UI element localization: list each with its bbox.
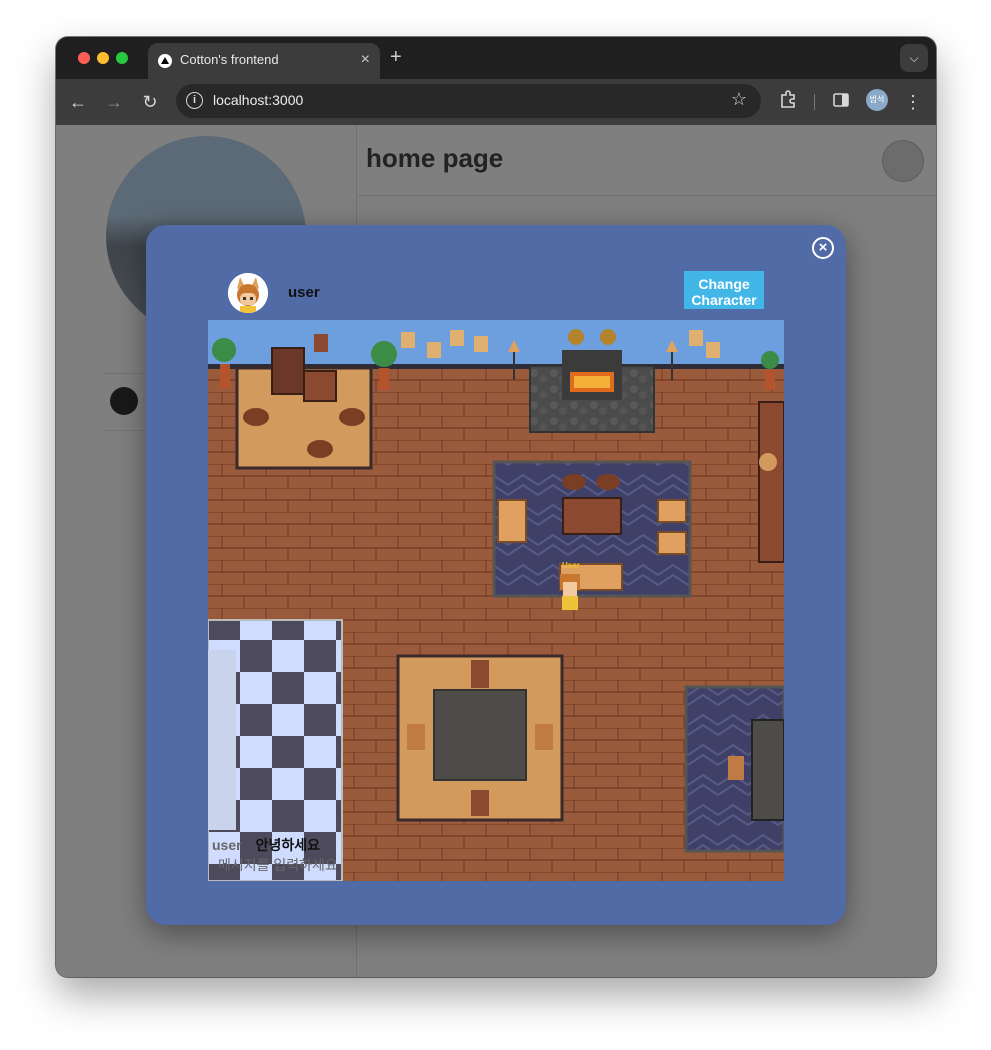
tab-search-chevron-icon[interactable]: ⌵ bbox=[900, 44, 928, 72]
new-tab-button[interactable]: + bbox=[390, 45, 402, 69]
close-icon[interactable]: × bbox=[812, 237, 834, 259]
bookmark-star-icon[interactable]: ☆ bbox=[731, 89, 747, 110]
chat-message: user 안녕하세요 bbox=[212, 835, 320, 855]
toolbar-divider bbox=[814, 94, 815, 110]
close-window-button[interactable] bbox=[78, 52, 90, 64]
user-avatar bbox=[228, 273, 268, 313]
chat-nickname: user bbox=[212, 837, 242, 853]
game-canvas[interactable]: User user 안녕하세요 bbox=[208, 320, 784, 881]
tab-bar: Cotton's frontend × + ⌵ bbox=[56, 37, 936, 79]
chat-input[interactable] bbox=[218, 855, 398, 875]
game-map bbox=[208, 320, 784, 881]
player-label: User bbox=[562, 561, 580, 570]
profile-avatar[interactable]: 범석 bbox=[866, 89, 888, 111]
game-modal: × user Change Character User user 안녕하세요 … bbox=[146, 225, 846, 925]
page-viewport: home page × user Change Character bbox=[56, 125, 936, 977]
forward-arrow-icon[interactable]: → bbox=[102, 90, 126, 114]
browser-toolbar: ← → ↻ i localhost:3000 ☆ 범석 ⋮ bbox=[56, 79, 936, 125]
user-name: user bbox=[288, 284, 320, 301]
tab-title: Cotton's frontend bbox=[180, 52, 279, 67]
browser-window: Cotton's frontend × + ⌵ ← → ↻ i localhos… bbox=[56, 37, 936, 977]
side-panel-icon[interactable] bbox=[829, 90, 853, 114]
vercel-logo-icon bbox=[158, 54, 172, 68]
more-menu-icon[interactable]: ⋮ bbox=[901, 90, 925, 114]
reload-icon[interactable]: ↻ bbox=[138, 90, 162, 114]
back-arrow-icon[interactable]: ← bbox=[66, 90, 90, 114]
change-character-button[interactable]: Change Character bbox=[684, 271, 764, 309]
site-info-icon[interactable]: i bbox=[186, 92, 203, 109]
minimize-window-button[interactable] bbox=[97, 52, 109, 64]
address-bar[interactable]: i localhost:3000 ☆ bbox=[176, 84, 761, 118]
chat-text: 안녕하세요 bbox=[255, 837, 320, 853]
browser-tab[interactable]: Cotton's frontend × bbox=[148, 43, 380, 79]
url-text[interactable]: localhost:3000 bbox=[213, 92, 303, 108]
tab-close-button[interactable]: × bbox=[361, 51, 370, 69]
maximize-window-button[interactable] bbox=[116, 52, 128, 64]
extensions-puzzle-icon[interactable] bbox=[776, 90, 800, 114]
